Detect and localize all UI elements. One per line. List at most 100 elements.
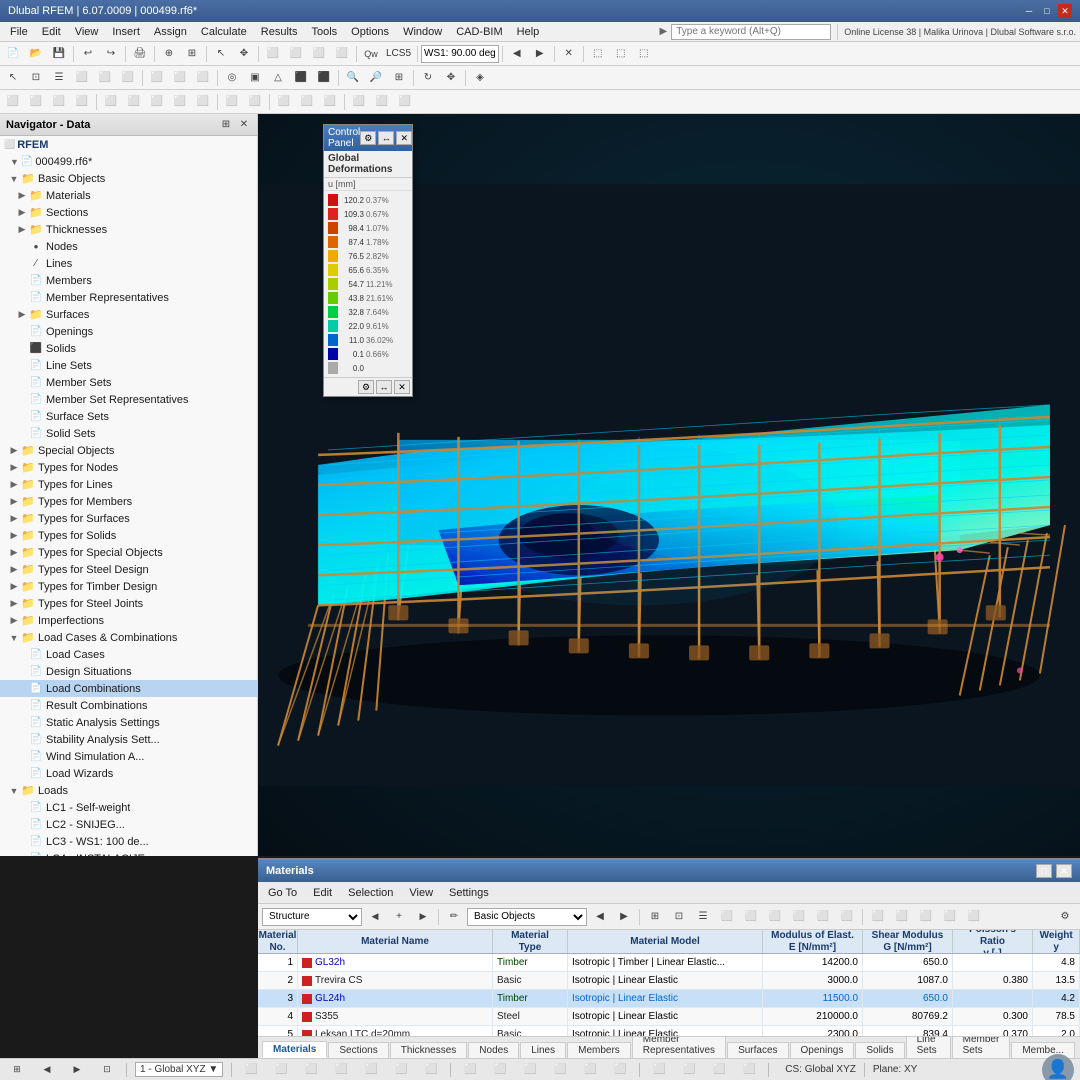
- nav-tree-item[interactable]: 📄Surface Sets: [0, 408, 257, 425]
- bp-icon6[interactable]: ⬜: [764, 907, 786, 927]
- bp-tab[interactable]: Member Representatives: [632, 1036, 726, 1058]
- nav-tree-item[interactable]: ⁄Lines: [0, 255, 257, 272]
- tb3-13[interactable]: ⬜: [296, 92, 318, 112]
- status-icon6[interactable]: ⬜: [390, 1060, 412, 1080]
- nav-tree-item[interactable]: 📄Member Set Representatives: [0, 391, 257, 408]
- tree-expander[interactable]: ▶: [16, 224, 28, 235]
- menu-options[interactable]: Options: [345, 24, 395, 40]
- tb3-5[interactable]: ⬜: [100, 92, 122, 112]
- tb-nav-prev[interactable]: ◀: [506, 44, 528, 64]
- new-btn[interactable]: 📄: [2, 44, 24, 64]
- close-button[interactable]: ✕: [1058, 4, 1072, 18]
- tb2-11[interactable]: ▣: [244, 68, 266, 88]
- tb2-perspective[interactable]: ◈: [469, 68, 491, 88]
- tb3-1[interactable]: ⬜: [2, 92, 24, 112]
- tb3-7[interactable]: ⬜: [146, 92, 168, 112]
- bp-tab[interactable]: Surfaces: [727, 1042, 788, 1058]
- bp-obj-prev[interactable]: ◀: [589, 907, 611, 927]
- tb2-rotate[interactable]: ↻: [417, 68, 439, 88]
- bp-tab[interactable]: Nodes: [468, 1042, 519, 1058]
- bp-settings-btn[interactable]: ⚙: [1054, 907, 1076, 927]
- tb-btn-b1[interactable]: Qw: [360, 44, 382, 64]
- status-icon1[interactable]: ⬜: [240, 1060, 262, 1080]
- tb2-13[interactable]: ⬛: [290, 68, 312, 88]
- bp-icon4[interactable]: ⬜: [716, 907, 738, 927]
- tb-extra1[interactable]: ⬚: [587, 44, 609, 64]
- nav-tree-item[interactable]: ▶📁Sections: [0, 204, 257, 221]
- tb2-6[interactable]: ⬜: [117, 68, 139, 88]
- tb-btn-a4[interactable]: ⬜: [331, 44, 353, 64]
- table-row[interactable]: 5Leksan LTC d=20mmBasicIsotropic | Linea…: [258, 1026, 1080, 1036]
- status-btn4[interactable]: ⊡: [96, 1060, 118, 1080]
- menu-results[interactable]: Results: [255, 24, 304, 40]
- menu-edit[interactable]: Edit: [36, 24, 67, 40]
- bp-menu-settings[interactable]: Settings: [443, 886, 495, 900]
- bp-icon5[interactable]: ⬜: [740, 907, 762, 927]
- tb-nav-next[interactable]: ▶: [529, 44, 551, 64]
- status-icon10[interactable]: ⬜: [519, 1060, 541, 1080]
- tree-expander[interactable]: ▶: [8, 564, 20, 575]
- status-icon16[interactable]: ⬜: [708, 1060, 730, 1080]
- nav-project-root[interactable]: ▼ 📄 000499.rf6*: [0, 153, 257, 170]
- nav-content[interactable]: ⬜ RFEM ▼ 📄 000499.rf6* ▼📁Basic Objects▶📁…: [0, 136, 257, 856]
- move-btn[interactable]: ✥: [233, 44, 255, 64]
- status-btn1[interactable]: ⊞: [6, 1060, 28, 1080]
- nav-tree-item[interactable]: ▶📁Types for Surfaces: [0, 510, 257, 527]
- status-icon13[interactable]: ⬜: [609, 1060, 631, 1080]
- status-icon5[interactable]: ⬜: [360, 1060, 382, 1080]
- nav-tree-item[interactable]: ▶📁Imperfections: [0, 612, 257, 629]
- tb3-6[interactable]: ⬜: [123, 92, 145, 112]
- tree-expander[interactable]: ▶: [8, 598, 20, 609]
- bp-icon1[interactable]: ⊞: [644, 907, 666, 927]
- nav-tree-item[interactable]: ▶📁Types for Solids: [0, 527, 257, 544]
- nav-tree-item[interactable]: 📄Member Sets: [0, 374, 257, 391]
- menu-assign[interactable]: Assign: [148, 24, 193, 40]
- bp-prev-btn[interactable]: ◀: [364, 907, 386, 927]
- minimize-button[interactable]: ─: [1022, 4, 1036, 18]
- tb3-17[interactable]: ⬜: [394, 92, 416, 112]
- nav-tree-item[interactable]: 📄Wind Simulation A...: [0, 748, 257, 765]
- tb-btn-a2[interactable]: ⬜: [285, 44, 307, 64]
- maximize-button[interactable]: □: [1040, 4, 1054, 18]
- tb2-10[interactable]: ◎: [221, 68, 243, 88]
- tb2-pan[interactable]: ✥: [440, 68, 462, 88]
- menu-file[interactable]: File: [4, 24, 34, 40]
- tb3-2[interactable]: ⬜: [25, 92, 47, 112]
- menu-help[interactable]: Help: [511, 24, 546, 40]
- nav-rfem-root[interactable]: ⬜ RFEM: [0, 136, 257, 153]
- nav-tree-item[interactable]: 📄Load Combinations: [0, 680, 257, 697]
- bp-tab[interactable]: Openings: [790, 1042, 855, 1058]
- bp-tab[interactable]: Thicknesses: [390, 1042, 468, 1058]
- tb2-zoom-all[interactable]: ⊞: [388, 68, 410, 88]
- nav-tree-item[interactable]: ▶📁Types for Steel Joints: [0, 595, 257, 612]
- bp-icon13[interactable]: ⬜: [939, 907, 961, 927]
- tree-expander[interactable]: ▶: [8, 530, 20, 541]
- status-icon15[interactable]: ⬜: [678, 1060, 700, 1080]
- status-icon4[interactable]: ⬜: [330, 1060, 352, 1080]
- nav-tree-item[interactable]: 📄Stability Analysis Sett...: [0, 731, 257, 748]
- nav-close-btn[interactable]: ✕: [237, 118, 251, 132]
- tb2-1[interactable]: ↖: [2, 68, 24, 88]
- status-icon11[interactable]: ⬜: [549, 1060, 571, 1080]
- tb2-7[interactable]: ⬜: [146, 68, 168, 88]
- tb2-14[interactable]: ⬛: [313, 68, 335, 88]
- tb3-16[interactable]: ⬜: [371, 92, 393, 112]
- table-row[interactable]: 3GL24hTimberIsotropic | Linear Elastic11…: [258, 990, 1080, 1008]
- nav-tree-item[interactable]: 📄Solid Sets: [0, 425, 257, 442]
- nav-tree-item[interactable]: 📄LC1 - Self-weight: [0, 799, 257, 816]
- cp-settings-btn[interactable]: ⚙: [360, 131, 376, 145]
- nav-tree-item[interactable]: 📄Static Analysis Settings: [0, 714, 257, 731]
- tree-expander[interactable]: ▶: [8, 547, 20, 558]
- redo-btn[interactable]: ↪: [100, 44, 122, 64]
- select-btn[interactable]: ↖: [210, 44, 232, 64]
- bp-structure-select[interactable]: Structure: [262, 908, 362, 926]
- tb2-zoom-out[interactable]: 🔎: [365, 68, 387, 88]
- status-btn3[interactable]: ▶: [66, 1060, 88, 1080]
- tb2-9[interactable]: ⬜: [192, 68, 214, 88]
- menu-cadbim[interactable]: CAD-BIM: [450, 24, 508, 40]
- bp-tab[interactable]: Members: [567, 1042, 631, 1058]
- viewport[interactable]: Control Panel ⚙ ↔ ✕ Global Deformations …: [258, 114, 1080, 856]
- tb2-12[interactable]: △: [267, 68, 289, 88]
- status-icon2[interactable]: ⬜: [270, 1060, 292, 1080]
- cp-arrows-btn[interactable]: ↔: [376, 380, 392, 394]
